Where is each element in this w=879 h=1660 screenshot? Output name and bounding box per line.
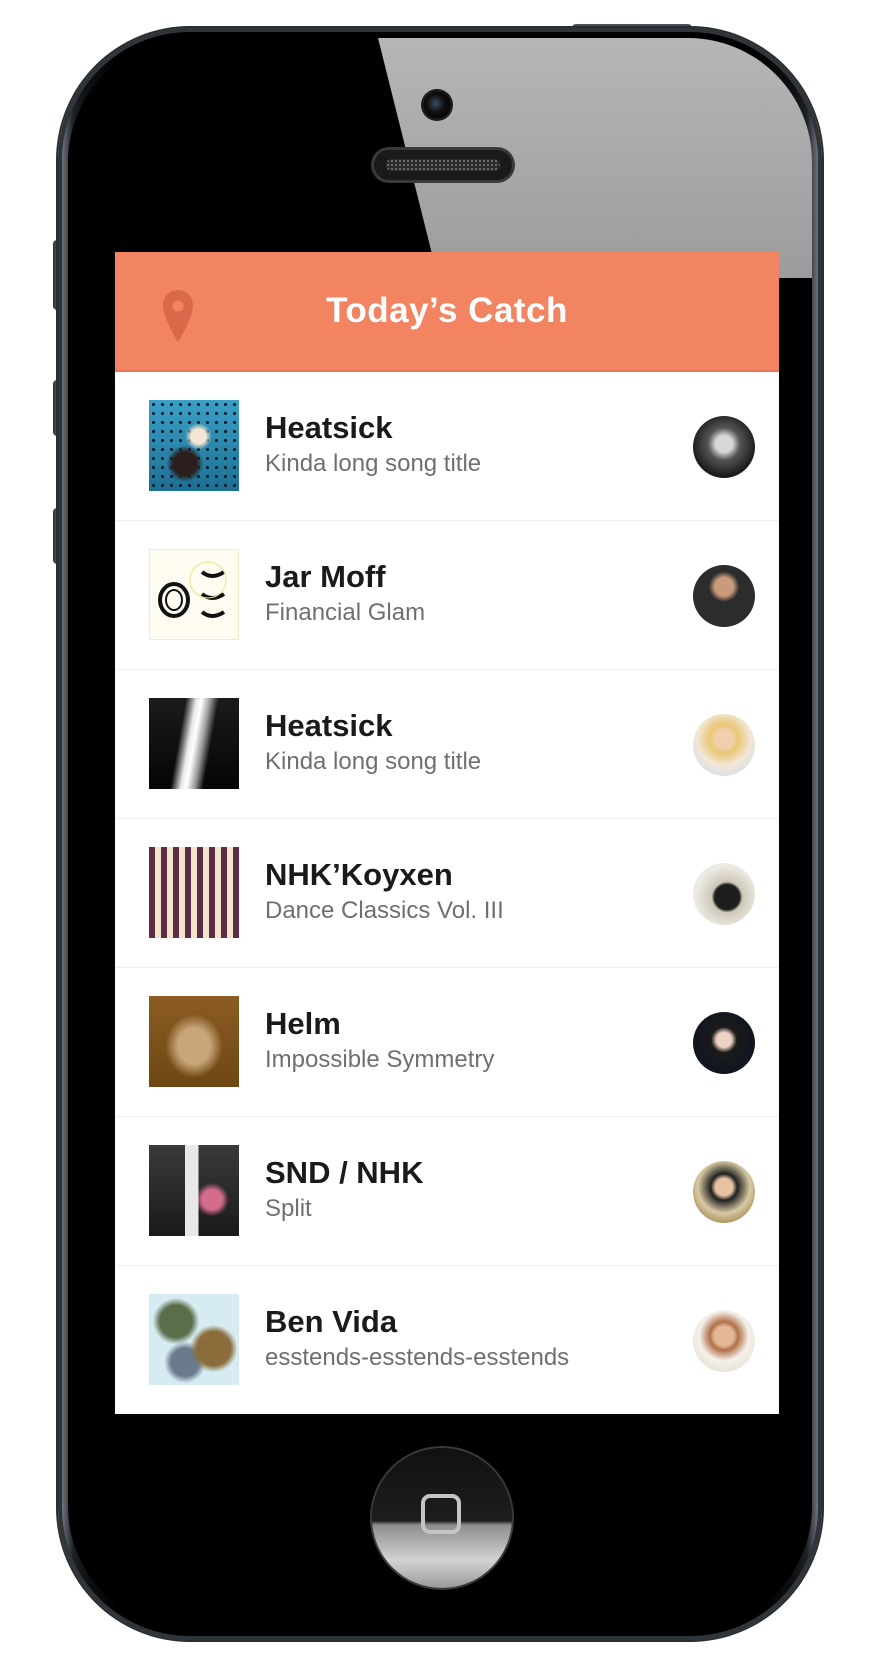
track-info: Jar Moff Financial Glam <box>265 559 665 629</box>
user-avatar[interactable] <box>693 1310 755 1372</box>
front-camera <box>423 91 451 119</box>
app-header: Today’s Catch <box>115 252 779 372</box>
track-info: SND / NHK Split <box>265 1155 665 1225</box>
track-info: Heatsick Kinda long song title <box>265 708 665 778</box>
earpiece-speaker <box>374 150 512 180</box>
artist-name: Helm <box>265 1006 341 1041</box>
location-pin-icon[interactable] <box>161 288 195 344</box>
track-info: Heatsick Kinda long song title <box>265 410 665 480</box>
user-avatar[interactable] <box>693 565 755 627</box>
artist-name: Ben Vida <box>265 1304 398 1339</box>
user-avatar[interactable] <box>693 714 755 776</box>
user-avatar[interactable] <box>693 416 755 478</box>
album-art <box>149 847 239 938</box>
page-title: Today’s Catch <box>326 291 568 330</box>
home-button[interactable] <box>372 1448 512 1588</box>
track-info: NHK’Koyxen Dance Classics Vol. III <box>265 857 665 927</box>
track-list: Heatsick Kinda long song title Jar Moff … <box>115 372 779 1414</box>
song-title: Financial Glam <box>265 599 426 626</box>
artist-name: SND / NHK <box>265 1155 424 1190</box>
artist-name: Jar Moff <box>265 559 386 594</box>
album-art <box>149 400 239 491</box>
album-art <box>149 996 239 1087</box>
track-info: Ben Vida esstends-esstends-esstends <box>265 1304 665 1374</box>
album-art <box>149 1145 239 1236</box>
home-square-icon <box>421 1494 461 1534</box>
album-art <box>149 549 239 640</box>
song-title: Kinda long song title <box>265 748 482 775</box>
user-avatar[interactable] <box>693 1012 755 1074</box>
song-title: esstends-esstends-esstends <box>265 1344 570 1371</box>
album-art <box>149 1294 239 1385</box>
track-row[interactable]: NHK’Koyxen Dance Classics Vol. III <box>115 819 779 968</box>
artist-name: Heatsick <box>265 410 393 445</box>
track-row[interactable]: Ben Vida esstends-esstends-esstends <box>115 1266 779 1414</box>
artist-name: Heatsick <box>265 708 393 743</box>
track-row[interactable]: Heatsick Kinda long song title <box>115 670 779 819</box>
artist-name: NHK’Koyxen <box>265 857 453 892</box>
album-art <box>149 698 239 789</box>
track-info: Helm Impossible Symmetry <box>265 1006 665 1076</box>
track-row[interactable]: Helm Impossible Symmetry <box>115 968 779 1117</box>
app-screen: Today’s Catch Heatsick Kinda long song t… <box>115 252 779 1414</box>
album-art-graphic <box>158 561 227 618</box>
user-avatar[interactable] <box>693 863 755 925</box>
track-row[interactable]: Jar Moff Financial Glam <box>115 521 779 670</box>
track-row[interactable]: SND / NHK Split <box>115 1117 779 1266</box>
song-title: Impossible Symmetry <box>265 1046 495 1073</box>
song-title: Dance Classics Vol. III <box>265 897 504 924</box>
device-mockup: Today’s Catch Heatsick Kinda long song t… <box>0 0 879 1660</box>
song-title: Split <box>265 1195 312 1222</box>
song-title: Kinda long song title <box>265 450 482 477</box>
track-row[interactable]: Heatsick Kinda long song title <box>115 372 779 521</box>
user-avatar[interactable] <box>693 1161 755 1223</box>
